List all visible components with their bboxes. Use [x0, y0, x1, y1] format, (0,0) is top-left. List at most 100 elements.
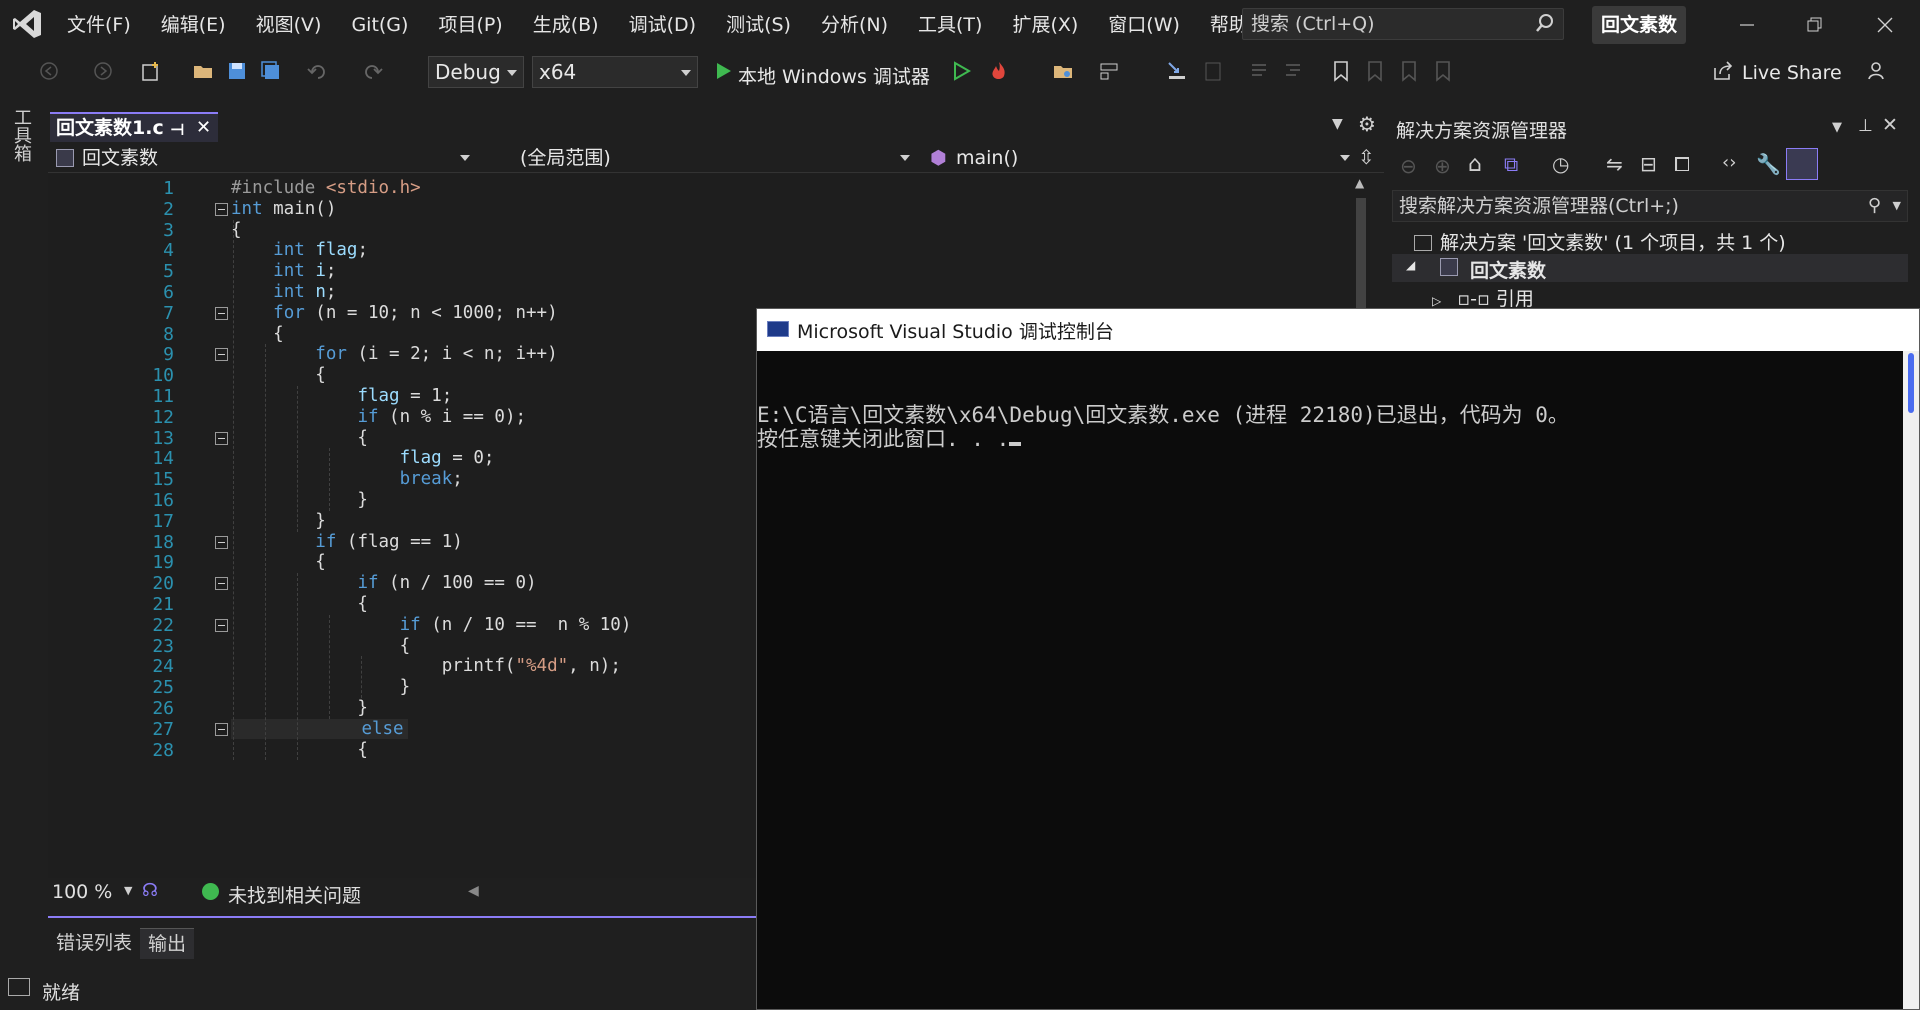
menu-item[interactable]: 项目(P) [423, 0, 517, 50]
menu-item[interactable]: 扩展(X) [997, 0, 1093, 50]
tab-dropdown-icon[interactable]: ▼ [1332, 116, 1343, 132]
forward-icon[interactable] [92, 60, 116, 84]
code-line[interactable]: { [231, 740, 368, 760]
save-all-icon[interactable] [260, 60, 284, 84]
redo-icon[interactable] [362, 60, 386, 84]
solution-explorer-search[interactable]: 搜索解决方案资源管理器(Ctrl+;) ⚲ ▼ [1392, 190, 1908, 222]
menu-item[interactable]: 文件(F) [52, 0, 146, 50]
menu-item[interactable]: 视图(V) [241, 0, 337, 50]
close-tab-icon[interactable]: ✕ [196, 114, 211, 142]
code-line[interactable]: else [231, 718, 408, 739]
code-line[interactable]: if (n / 10 == n % 10) [231, 615, 632, 635]
code-view-icon[interactable]: ‹› [1722, 152, 1736, 173]
code-line[interactable]: if (n / 100 == 0) [231, 573, 536, 593]
collapse-region-icon[interactable] [215, 618, 228, 632]
back-icon[interactable] [38, 60, 62, 84]
layout-icon[interactable] [1098, 60, 1122, 84]
minimize-icon[interactable] [1718, 0, 1776, 50]
menu-item[interactable]: 分析(N) [806, 0, 903, 50]
search-input[interactable]: 搜索 (Ctrl+Q) [1242, 8, 1564, 40]
tab-output[interactable]: 输出 [140, 928, 195, 959]
code-line[interactable]: } [231, 490, 368, 510]
debug-console-window[interactable]: Microsoft Visual Studio 调试控制台 E:\C语言\回文素… [756, 308, 1920, 1010]
folder-view-icon[interactable] [1052, 60, 1076, 84]
collapse-region-icon[interactable] [215, 722, 228, 736]
code-line[interactable]: int i; [231, 261, 336, 281]
clipboard-icon[interactable] [1202, 60, 1226, 84]
code-line[interactable]: { [231, 324, 284, 344]
next-bookmark-icon[interactable] [1398, 60, 1422, 84]
hscroll-left-icon[interactable]: ◀ [468, 883, 479, 899]
code-line[interactable]: #include <stdio.h> [231, 178, 421, 198]
pin-icon[interactable]: ⊣ [170, 116, 185, 144]
close-panel-icon[interactable]: ✕ [1882, 114, 1898, 136]
code-line[interactable]: { [231, 552, 326, 572]
collapse-region-icon[interactable] [215, 202, 228, 216]
hot-reload-icon[interactable] [988, 60, 1012, 84]
zoom-level[interactable]: 100 % [52, 881, 112, 903]
collapse-region-icon[interactable] [215, 431, 228, 445]
code-line[interactable]: flag = 0; [231, 448, 495, 468]
tab-error-list[interactable]: 错误列表 [48, 928, 140, 958]
scroll-up-icon[interactable]: ▲ [1355, 176, 1364, 190]
menu-item[interactable]: 窗口(W) [1093, 0, 1195, 50]
code-line[interactable]: } [231, 677, 411, 697]
show-all-files-icon[interactable]: ⧠ [1674, 152, 1690, 176]
collapse-region-icon[interactable] [215, 577, 228, 591]
sync-icon[interactable]: ⇋ [1606, 152, 1623, 176]
pin-panel-icon[interactable]: ⊥ [1858, 116, 1873, 136]
code-line[interactable]: int main() [231, 199, 336, 219]
collapse-region-icon[interactable] [215, 535, 228, 549]
code-line[interactable]: for (i = 2; i < n; i++) [231, 344, 557, 364]
code-line[interactable]: int n; [231, 282, 336, 302]
close-icon[interactable] [1856, 0, 1914, 50]
new-project-icon[interactable] [140, 60, 164, 84]
back-icon[interactable]: ⊖ [1400, 154, 1417, 178]
code-line[interactable]: int flag; [231, 240, 368, 260]
function-dropdown[interactable]: ⬢ main() [922, 143, 1358, 173]
console-scrollbar[interactable] [1903, 351, 1919, 1009]
live-share-button[interactable]: Live Share [1742, 62, 1842, 84]
console-titlebar[interactable]: Microsoft Visual Studio 调试控制台 [757, 309, 1919, 351]
code-line[interactable]: } [231, 511, 326, 531]
toolbox-tab[interactable]: 工具箱 [10, 108, 34, 162]
collapse-region-icon[interactable] [215, 348, 228, 362]
code-line[interactable]: { [231, 428, 368, 448]
collapse-region-icon[interactable] [215, 306, 228, 320]
feedback-icon[interactable] [1866, 60, 1890, 84]
code-line[interactable]: } [231, 698, 368, 718]
menu-item[interactable]: 编辑(E) [146, 0, 241, 50]
code-line[interactable]: { [231, 365, 326, 385]
solution-name-badge[interactable]: 回文素数 [1592, 6, 1686, 44]
comment-icon[interactable] [1248, 60, 1272, 84]
tree-item-references[interactable]: ▷ ▫-▫ 引用 [1432, 284, 1534, 311]
menu-item[interactable]: 工具(T) [903, 0, 997, 50]
issues-status[interactable]: 未找到相关问题 [228, 881, 361, 908]
tree-item-project[interactable]: ◢ 回文素数 [1392, 254, 1908, 282]
preview-icon[interactable] [1786, 148, 1818, 180]
scope-dropdown[interactable]: (全局范围) [486, 143, 918, 173]
split-icon[interactable]: ⇳ [1358, 145, 1375, 169]
undo-icon[interactable] [306, 60, 330, 84]
clear-bookmarks-icon[interactable] [1432, 60, 1456, 84]
start-debugging-button[interactable]: 本地 Windows 调试器 [738, 62, 930, 89]
prev-bookmark-icon[interactable] [1364, 60, 1388, 84]
history-icon[interactable]: ◷ [1552, 152, 1569, 176]
live-share-icon[interactable] [1712, 60, 1736, 84]
menu-item[interactable]: 测试(S) [711, 0, 806, 50]
project-dropdown[interactable]: 回文素数 [48, 143, 478, 173]
open-folder-icon[interactable] [192, 60, 216, 84]
code-line[interactable]: if (n % i == 0); [231, 407, 526, 427]
home-icon[interactable]: ⌂ [1468, 152, 1482, 177]
code-line[interactable]: { [231, 594, 368, 614]
forward-icon[interactable]: ⊕ [1434, 154, 1451, 178]
intellicode-icon[interactable]: ☊ [142, 880, 158, 901]
vs-logo-icon[interactable] [12, 8, 42, 40]
code-line[interactable]: { [231, 636, 411, 656]
console-scroll-thumb[interactable] [1908, 353, 1914, 413]
step-icon[interactable] [1166, 60, 1190, 84]
code-line[interactable]: printf("%4d", n); [231, 656, 621, 676]
start-without-debugging-icon[interactable] [950, 60, 974, 84]
configuration-select[interactable]: Debug [428, 56, 524, 88]
search-options-icon[interactable]: ▼ [1893, 191, 1901, 221]
